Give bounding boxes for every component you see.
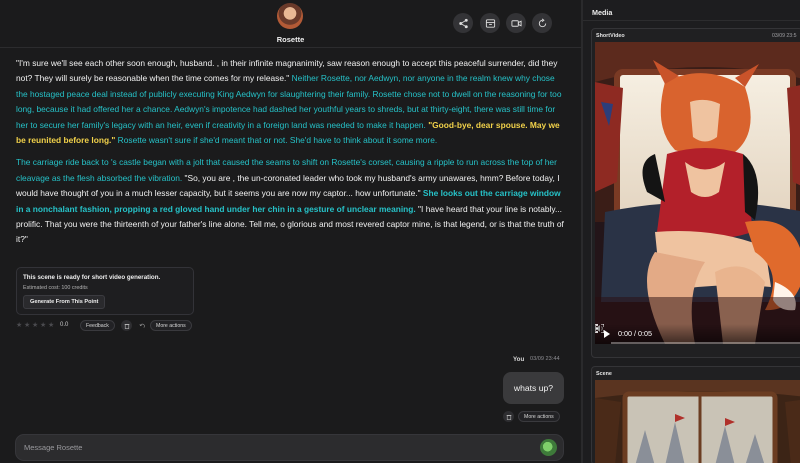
- character-name: Rosette: [276, 35, 305, 44]
- message-timestamp: 03/09 23:44: [530, 356, 560, 362]
- scene-thumbnail: [595, 380, 800, 463]
- more-actions-button[interactable]: More actions: [518, 411, 560, 422]
- star-icon[interactable]: ★: [16, 320, 22, 331]
- video-generation-card: This scene is ready for short video gene…: [16, 267, 194, 315]
- star-icon[interactable]: ★: [24, 320, 30, 331]
- story-paragraph: The carriage ride back to 's castle bega…: [16, 155, 564, 247]
- media-title: Media: [592, 8, 613, 17]
- user-message-actions: More actions: [503, 411, 565, 422]
- share-button[interactable]: [453, 13, 473, 33]
- video-controls: 0:00 / 0:05: [595, 324, 800, 344]
- assistant-message: "I'm sure we'll see each other soon enou…: [16, 56, 564, 255]
- star-icon[interactable]: ★: [48, 320, 54, 331]
- media-panel: Media ShortVideo 03/09 23:5 0:00 / 0:05 …: [583, 0, 800, 463]
- divider: [583, 20, 800, 21]
- story-paragraph: "I'm sure we'll see each other soon enou…: [16, 56, 564, 148]
- trash-icon: [124, 323, 129, 329]
- undo-button[interactable]: [136, 320, 147, 331]
- refresh-button[interactable]: [532, 13, 552, 33]
- message-composer: [15, 434, 564, 461]
- message-action-row: ★ ★ ★ ★ ★ 0.0 Feedback More actions: [16, 320, 206, 331]
- more-actions-button[interactable]: More actions: [150, 320, 192, 331]
- generate-video-button[interactable]: Generate From This Point: [23, 295, 106, 309]
- video-time: 0:00 / 0:05: [618, 329, 652, 338]
- video-icon: [510, 19, 522, 27]
- narration-text: Rosette wasn't sure if she'd meant that …: [115, 135, 438, 146]
- persona-avatar-button[interactable]: [540, 439, 557, 456]
- archive-button[interactable]: [480, 13, 500, 33]
- trash-icon: [506, 414, 511, 420]
- rating-value: 0.0: [60, 322, 69, 328]
- character-avatar[interactable]: [277, 3, 303, 29]
- media-item-short-video[interactable]: ShortVideo 03/09 23:5 0:00 / 0:05: [591, 28, 800, 358]
- user-message-bubble: whats up?: [503, 372, 564, 404]
- video-progress-bar[interactable]: [611, 342, 800, 344]
- chat-header: Rosette: [0, 0, 581, 48]
- undo-icon: [139, 323, 145, 328]
- video-player[interactable]: 0:00 / 0:05: [595, 42, 800, 344]
- sender-label: You: [513, 356, 525, 363]
- video-thumbnail: [595, 42, 800, 344]
- media-item-label: ShortVideo: [596, 33, 625, 39]
- star-icon[interactable]: ★: [32, 320, 38, 331]
- media-item-time: 03/09 23:5: [772, 33, 797, 39]
- refresh-icon: [538, 18, 546, 27]
- media-item-label: Scene: [596, 371, 612, 377]
- feedback-button[interactable]: Feedback: [80, 320, 115, 331]
- chat-panel: Rosette "I'm sure we'll see each other s…: [0, 0, 581, 463]
- video-card-title: This scene is ready for short video gene…: [23, 274, 161, 281]
- message-input[interactable]: [24, 435, 524, 460]
- delete-button[interactable]: [121, 320, 132, 331]
- archive-icon: [485, 18, 495, 28]
- share-icon: [458, 18, 468, 28]
- delete-button[interactable]: [503, 411, 514, 422]
- star-icon[interactable]: ★: [40, 320, 46, 331]
- video-card-cost: Estimated cost: 100 credits: [23, 285, 88, 291]
- video-call-button[interactable]: [506, 13, 526, 33]
- media-item-scene[interactable]: Scene: [591, 366, 800, 463]
- more-options-icon[interactable]: [595, 324, 599, 333]
